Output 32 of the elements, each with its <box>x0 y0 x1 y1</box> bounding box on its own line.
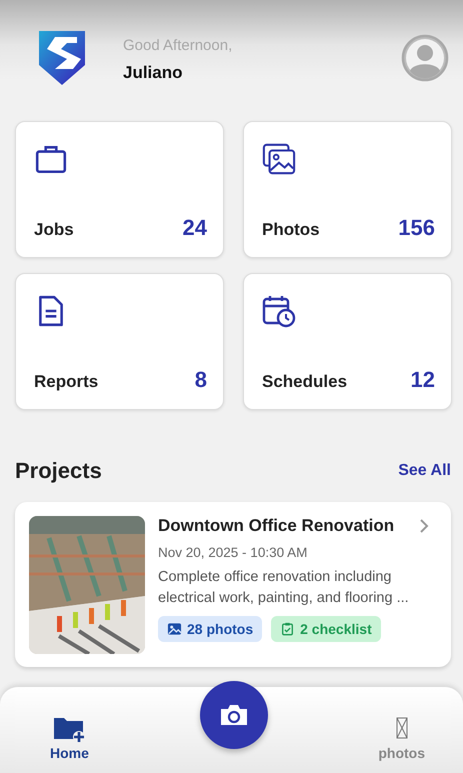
greeting-text: Good Afternoon, <box>123 37 234 54</box>
project-title: Downtown Office Renovation <box>158 516 394 536</box>
stat-count: 156 <box>398 215 435 241</box>
stat-card[interactable]: Reports 8 <box>15 273 224 410</box>
shield-logo-icon <box>37 29 87 87</box>
stat-card[interactable]: Photos 156 <box>243 121 452 258</box>
photos-tag: 28 photos <box>158 616 262 642</box>
project-description: Complete office renovation including electrical work, painting, and flooring ... <box>158 568 410 608</box>
user-name: Juliano <box>123 63 184 83</box>
stat-count: 8 <box>194 367 207 393</box>
images-icon <box>262 142 296 176</box>
stat-label: Schedules <box>262 372 348 392</box>
calendar-clock-icon <box>262 294 296 328</box>
project-date: Nov 20, 2025 - 10:30 AM <box>158 545 308 560</box>
project-card[interactable]: Downtown Office Renovation Nov 20, 2025 - 10:30 AM Complete office renovation including electrical work, painting, and flooring ... 28 photos 2 checklist <box>15 502 451 667</box>
see-all-link[interactable]: See All <box>398 462 451 480</box>
chevron-right-icon <box>419 518 429 534</box>
clipboard-check-icon <box>280 622 296 636</box>
stat-count: 24 <box>182 215 207 241</box>
checklist-tag: 2 checklist <box>271 616 381 642</box>
stat-label: Reports <box>34 372 98 392</box>
camera-button[interactable] <box>200 681 268 749</box>
stat-label: Jobs <box>34 220 74 240</box>
camera-icon <box>218 703 249 727</box>
section-title: Projects <box>15 458 102 484</box>
folder-plus-icon <box>53 715 86 743</box>
stat-count: 12 <box>410 367 435 393</box>
image-icon <box>167 622 182 636</box>
nav-tab[interactable]: Home <box>50 715 89 761</box>
stat-label: Photos <box>262 220 320 240</box>
stat-card[interactable]: Jobs 24 <box>15 121 224 258</box>
stat-card[interactable]: Schedules 12 <box>243 273 452 410</box>
